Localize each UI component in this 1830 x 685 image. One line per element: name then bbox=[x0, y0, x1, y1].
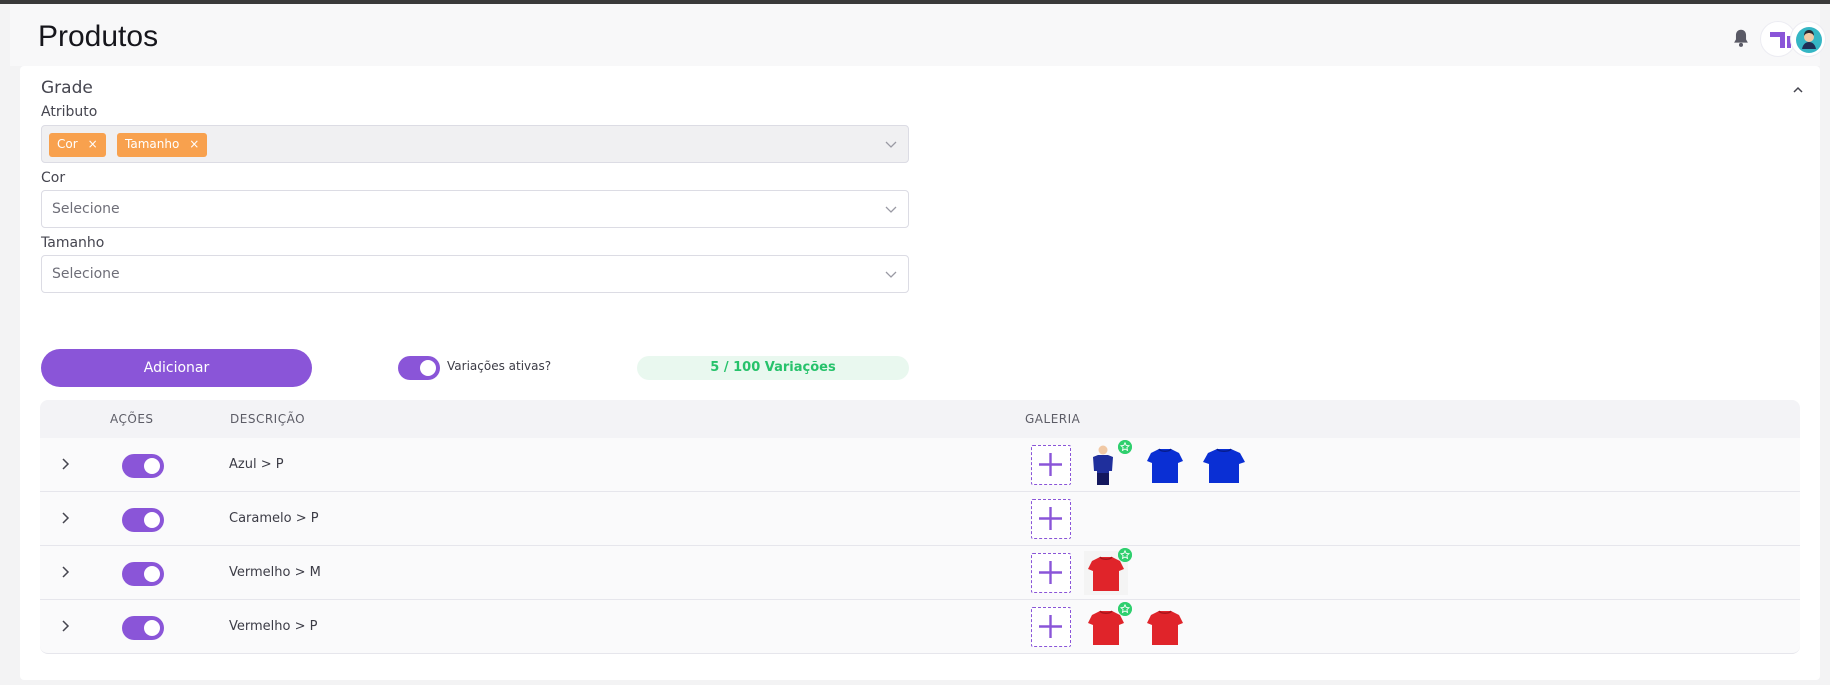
chevron-down-icon bbox=[885, 206, 897, 213]
chevron-right-icon[interactable] bbox=[58, 565, 72, 579]
add-image-button[interactable] bbox=[1031, 445, 1071, 485]
atributo-multiselect[interactable]: Cor × Tamanho × bbox=[41, 125, 909, 163]
chevron-right-icon[interactable] bbox=[58, 619, 72, 633]
star-icon bbox=[1118, 602, 1132, 616]
chevron-down-icon bbox=[885, 271, 897, 278]
row-active-toggle[interactable] bbox=[122, 508, 164, 532]
tamanho-label: Tamanho bbox=[41, 235, 105, 251]
chevron-down-icon[interactable] bbox=[884, 137, 898, 151]
toggle-knob bbox=[420, 360, 436, 376]
gallery-image[interactable] bbox=[1143, 605, 1187, 649]
add-image-button[interactable] bbox=[1031, 553, 1071, 593]
star-icon bbox=[1118, 440, 1132, 454]
table-row: Caramelo > P bbox=[40, 492, 1800, 546]
page-title: Produtos bbox=[38, 20, 159, 53]
row-active-toggle[interactable] bbox=[122, 454, 164, 478]
active-variations-toggle[interactable] bbox=[398, 356, 440, 380]
table-header: AÇÕES DESCRIÇÃO GALERIA bbox=[40, 400, 1800, 438]
variations-count-badge: 5 / 100 Variações bbox=[637, 356, 909, 380]
atributo-label: Atributo bbox=[41, 104, 98, 120]
plus-icon bbox=[1039, 507, 1062, 530]
cor-select[interactable]: Selecione bbox=[41, 190, 909, 228]
gallery-image[interactable] bbox=[1202, 443, 1246, 487]
grade-card: Grade Atributo Cor × Tamanho × Cor Selecio… bbox=[20, 66, 1820, 680]
star-icon bbox=[1118, 548, 1132, 562]
toggle-knob bbox=[144, 620, 160, 636]
toggle-knob bbox=[144, 512, 160, 528]
tag-tamanho: Tamanho × bbox=[117, 133, 208, 157]
row-description: Caramelo > P bbox=[229, 511, 319, 526]
chevron-right-icon[interactable] bbox=[58, 457, 72, 471]
row-description: Vermelho > P bbox=[229, 619, 318, 634]
header-descricao: DESCRIÇÃO bbox=[230, 412, 306, 426]
active-variations-label: Variações ativas? bbox=[447, 359, 552, 373]
tamanho-select[interactable]: Selecione bbox=[41, 255, 909, 293]
cor-label: Cor bbox=[41, 170, 66, 186]
chevron-up-icon[interactable] bbox=[1790, 82, 1806, 98]
tag-remove-icon[interactable]: × bbox=[88, 137, 98, 151]
page-header: Produtos bbox=[10, 4, 1826, 66]
plus-icon bbox=[1039, 453, 1062, 476]
user-avatar-icon bbox=[1796, 27, 1822, 53]
tamanho-placeholder: Selecione bbox=[52, 266, 120, 282]
toggle-knob bbox=[144, 458, 160, 474]
header-galeria: GALERIA bbox=[1025, 412, 1081, 426]
row-description: Vermelho > M bbox=[229, 565, 321, 580]
add-button[interactable]: Adicionar bbox=[41, 349, 312, 387]
add-image-button[interactable] bbox=[1031, 499, 1071, 539]
table-row: Vermelho > M bbox=[40, 546, 1800, 600]
gallery-image[interactable] bbox=[1143, 443, 1187, 487]
cor-placeholder: Selecione bbox=[52, 201, 120, 217]
table-row: Vermelho > P bbox=[40, 600, 1800, 654]
row-description: Azul > P bbox=[229, 457, 284, 472]
plus-icon bbox=[1039, 561, 1062, 584]
bell-icon[interactable] bbox=[1730, 26, 1752, 50]
chevron-right-icon[interactable] bbox=[58, 511, 72, 525]
tag-cor: Cor × bbox=[49, 133, 106, 157]
table-row: Azul > P bbox=[40, 438, 1800, 492]
row-active-toggle[interactable] bbox=[122, 616, 164, 640]
tag-remove-icon[interactable]: × bbox=[189, 137, 199, 151]
card-title: Grade bbox=[41, 78, 93, 98]
add-image-button[interactable] bbox=[1031, 607, 1071, 647]
header-acoes: AÇÕES bbox=[110, 412, 154, 426]
plus-icon bbox=[1039, 615, 1062, 638]
user-avatar[interactable] bbox=[1790, 21, 1826, 57]
toggle-knob bbox=[144, 566, 160, 582]
row-active-toggle[interactable] bbox=[122, 562, 164, 586]
